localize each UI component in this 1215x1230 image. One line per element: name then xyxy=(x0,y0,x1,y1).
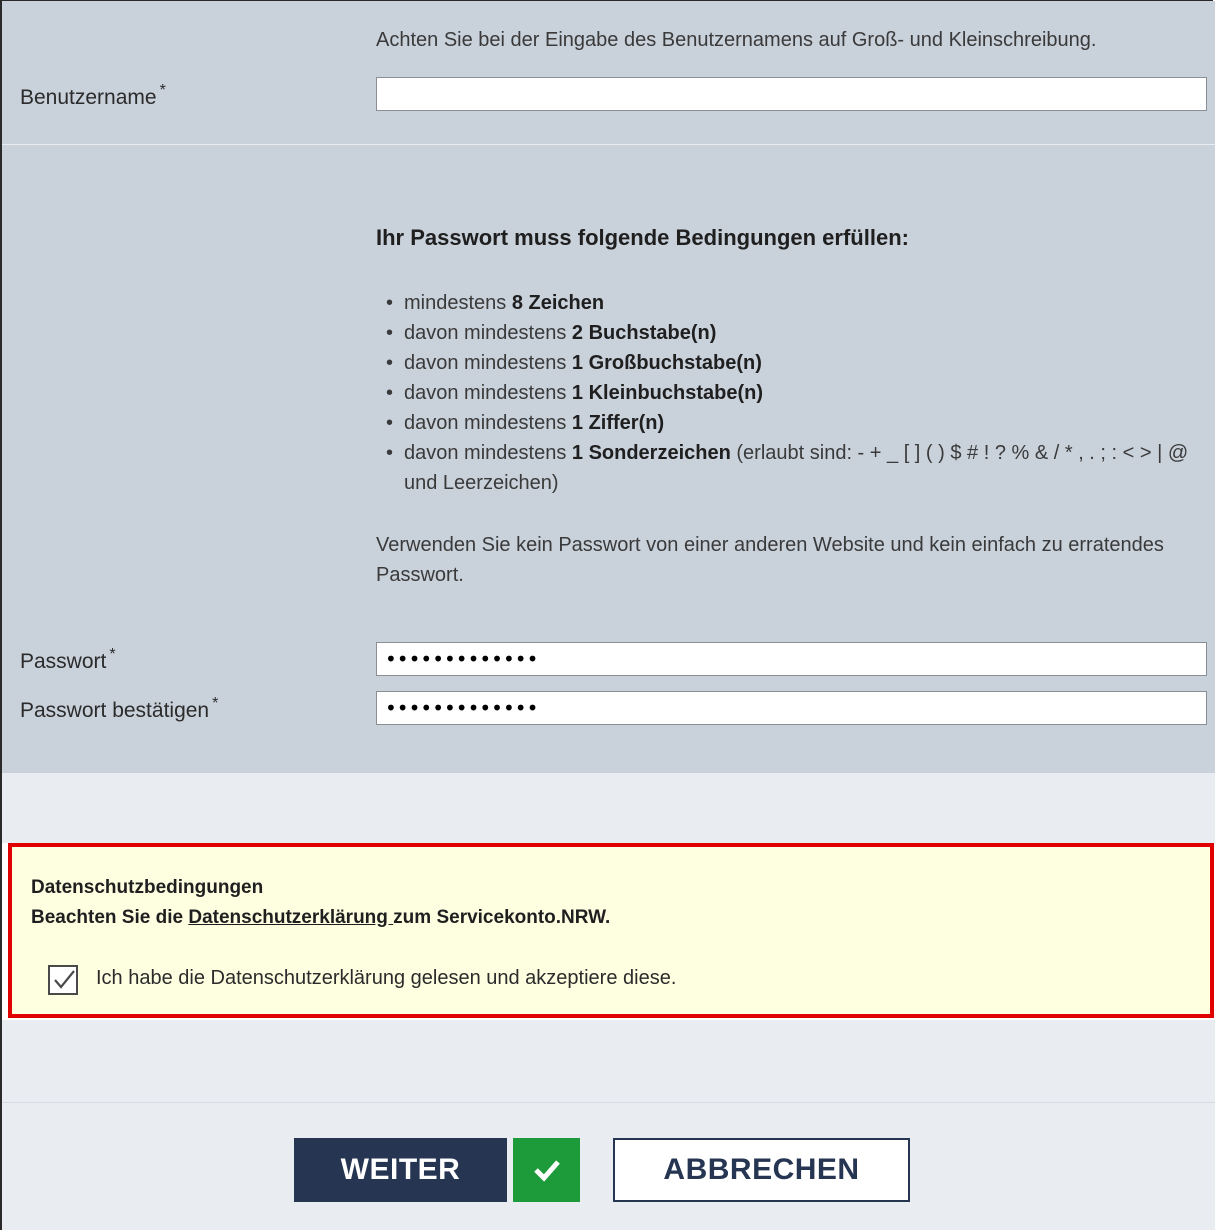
password-rules-heading: Ihr Passwort muss folgende Bedingungen e… xyxy=(376,225,909,250)
rule-item: davon mindestens 2 Buchstabe(n) xyxy=(382,318,1212,348)
checkmark-icon xyxy=(54,970,75,989)
password-section: Ihr Passwort muss folgende Bedingungen e… xyxy=(2,145,1215,773)
continue-button[interactable]: WEITER xyxy=(294,1138,507,1202)
password-confirm-input[interactable]: ••••••••••••• xyxy=(376,691,1207,725)
username-label: Benutzername * xyxy=(20,82,166,110)
privacy-text: Beachten Sie die Datenschutzerklärung zu… xyxy=(31,907,611,928)
privacy-title: Datenschutzbedingungen xyxy=(31,877,264,898)
rule-item: davon mindestens 1 Ziffer(n) xyxy=(382,408,1212,438)
rule-item: mindestens 8 Zeichen xyxy=(382,288,1212,318)
password-confirm-label: Passwort bestätigen * xyxy=(20,695,218,723)
valid-check-badge xyxy=(513,1138,580,1202)
check-icon xyxy=(533,1160,560,1182)
password-rules-list: mindestens 8 Zeichen davon mindestens 2 … xyxy=(382,288,1212,498)
privacy-policy-link[interactable]: Datenschutzerklärung xyxy=(188,907,393,928)
password-confirm-label-text: Passwort bestätigen xyxy=(20,699,210,722)
rule-item: davon mindestens 1 Sonderzeichen (erlaub… xyxy=(382,438,1212,498)
password-label-text: Passwort xyxy=(20,650,107,673)
privacy-section: Datenschutzbedingungen Beachten Sie die … xyxy=(8,843,1214,1018)
username-label-text: Benutzername xyxy=(20,86,157,109)
username-input[interactable] xyxy=(376,77,1207,111)
username-hint: Achten Sie bei der Eingabe des Benutzern… xyxy=(376,29,1097,51)
actions-bar: WEITER ABBRECHEN xyxy=(2,1103,1215,1230)
required-marker: * xyxy=(159,82,166,99)
rule-item: davon mindestens 1 Großbuchstabe(n) xyxy=(382,348,1212,378)
section-spacer xyxy=(2,1020,1215,1103)
password-note: Verwenden Sie kein Passwort von einer an… xyxy=(376,534,1164,586)
privacy-accept-label[interactable]: Ich habe die Datenschutzerklärung gelese… xyxy=(96,967,676,990)
required-marker: * xyxy=(212,695,219,712)
password-input[interactable]: ••••••••••••• xyxy=(376,642,1207,676)
username-section: Achten Sie bei der Eingabe des Benutzern… xyxy=(2,1,1215,145)
password-label: Passwort * xyxy=(20,646,116,674)
rule-item: davon mindestens 1 Kleinbuchstabe(n) xyxy=(382,378,1212,408)
section-spacer xyxy=(2,773,1215,843)
cancel-button[interactable]: ABBRECHEN xyxy=(613,1138,910,1202)
privacy-accept-checkbox[interactable] xyxy=(48,965,78,995)
required-marker: * xyxy=(109,646,116,663)
